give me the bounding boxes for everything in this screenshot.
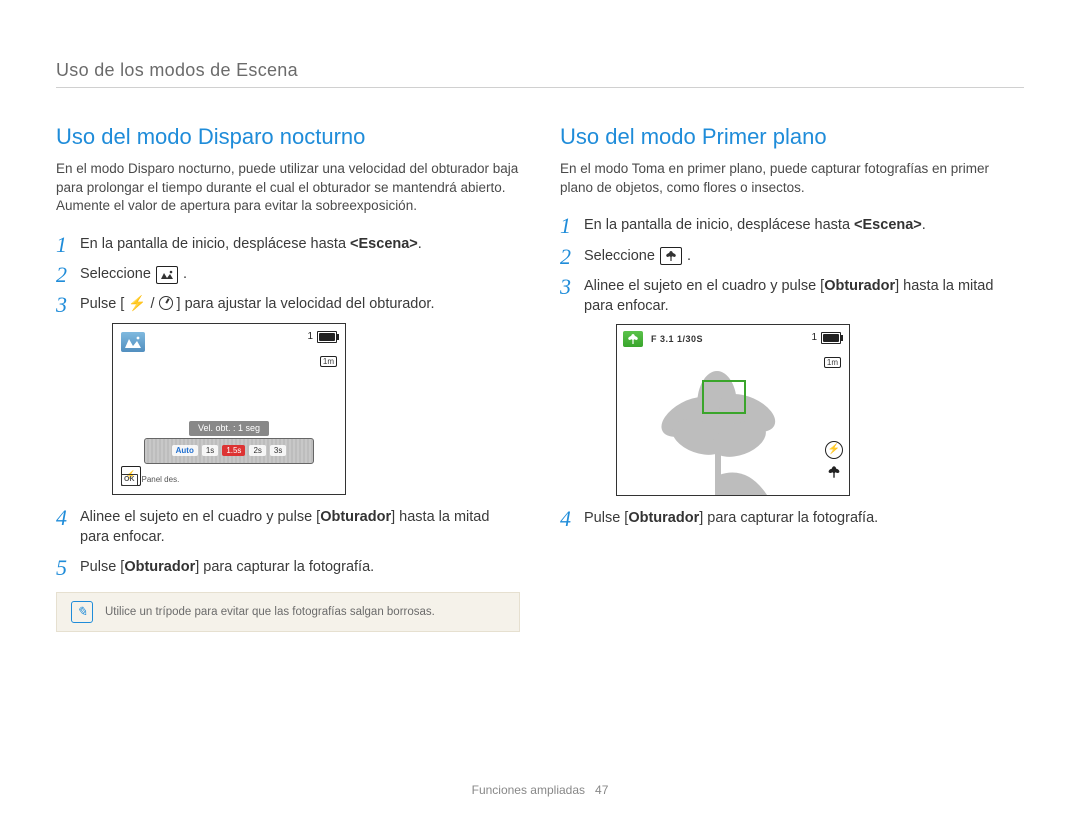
step-2: Seleccione . [560, 246, 1024, 266]
step-2: Seleccione . [56, 264, 520, 284]
focus-frame [702, 380, 746, 414]
status-row: 1 [307, 330, 337, 344]
two-column-layout: Uso del modo Disparo nocturno En el modo… [56, 124, 1024, 632]
closeup-mode-icon [660, 247, 682, 265]
camera-screen-night: 1 1m ⚡ Vel. obt. : 1 seg Auto 1s [112, 323, 346, 495]
timer-glyph-icon [159, 296, 173, 310]
step-4: Pulse [Obturador] para capturar la fotog… [560, 508, 1024, 528]
dial-auto: Auto [172, 445, 198, 456]
intro-night: En el modo Disparo nocturno, puede utili… [56, 160, 520, 216]
size-badge-row: 1m [320, 350, 337, 370]
panel-des-hint: OK Panel des. [121, 474, 179, 486]
dial-1s: 1s [202, 445, 218, 456]
step-1-text: En la pantalla de inicio, desplácese has… [584, 217, 926, 233]
step-2-text: Seleccione . [80, 266, 187, 282]
shutter-panel: Vel. obt. : 1 seg Auto 1s 1.5s 2s 3s [144, 421, 314, 464]
step-5-text: Pulse [Obturador] para capturar la fotog… [80, 559, 374, 575]
step-1: En la pantalla de inicio, desplácese has… [560, 215, 1024, 235]
step-4-text: Alinee el sujeto en el cuadro y pulse [O… [80, 509, 489, 545]
manual-page: Uso de los modos de Escena Uso del modo … [0, 0, 1080, 815]
size-1m-badge: 1m [824, 357, 841, 368]
section-title-night: Uso del modo Disparo nocturno [56, 124, 520, 150]
ok-button-hint: OK [121, 474, 138, 486]
shutter-speed-label: Vel. obt. : 1 seg [189, 421, 269, 436]
section-title-closeup: Uso del modo Primer plano [560, 124, 1024, 150]
footer-section: Funciones ampliadas [472, 783, 585, 797]
shutter-dial: Auto 1s 1.5s 2s 3s [144, 438, 314, 464]
night-mode-icon [156, 266, 178, 284]
tip-text: Utilice un trípode para evitar que las f… [105, 606, 435, 618]
exposure-readout: F 3.1 1/30S [651, 333, 703, 346]
step-3: Pulse [ ⚡ / ] para ajustar la velocidad … [56, 294, 520, 494]
step-1: En la pantalla de inicio, desplácese has… [56, 234, 520, 254]
macro-icon [826, 465, 842, 485]
step-4: Alinee el sujeto en el cuadro y pulse [O… [56, 507, 520, 548]
size-badge-row: 1m [824, 351, 841, 371]
footer-page-number: 47 [595, 783, 608, 797]
step-3-text: Pulse [ ⚡ / ] para ajustar la velocidad … [80, 296, 435, 312]
page-footer: Funciones ampliadas 47 [0, 783, 1080, 797]
mode-badge-closeup-icon [623, 331, 643, 347]
right-column: Uso del modo Primer plano En el modo Tom… [560, 124, 1024, 632]
camera-screen-closeup: F 3.1 1/30S 1 1m [616, 324, 850, 496]
left-column: Uso del modo Disparo nocturno En el modo… [56, 124, 520, 632]
right-side-icons: ⚡ [825, 441, 843, 485]
dial-2s: 2s [249, 445, 265, 456]
mode-badge-night-icon [121, 332, 145, 352]
steps-closeup: En la pantalla de inicio, desplácese has… [560, 215, 1024, 528]
step-1-text: En la pantalla de inicio, desplácese has… [80, 236, 422, 252]
tip-box: ✎ Utilice un trípode para evitar que las… [56, 592, 520, 632]
step-3-text: Alinee el sujeto en el cuadro y pulse [O… [584, 278, 993, 314]
battery-icon [317, 331, 337, 343]
step-3: Alinee el sujeto en el cuadro y pulse [O… [560, 276, 1024, 497]
dial-1-5s: 1.5s [222, 445, 245, 456]
intro-closeup: En el modo Toma en primer plano, puede c… [560, 160, 1024, 197]
flash-setting-icon: ⚡ [825, 441, 843, 459]
note-icon: ✎ [71, 601, 93, 623]
battery-icon [821, 332, 841, 344]
size-1m-badge: 1m [320, 356, 337, 367]
step-5: Pulse [Obturador] para capturar la fotog… [56, 557, 520, 577]
step-4-text: Pulse [Obturador] para capturar la fotog… [584, 510, 878, 526]
breadcrumb: Uso de los modos de Escena [56, 60, 1024, 88]
status-row: 1 [811, 331, 841, 345]
shots-remaining: 1 [307, 330, 313, 344]
shots-remaining: 1 [811, 331, 817, 345]
step-2-text: Seleccione . [584, 248, 691, 264]
flash-glyph-icon: ⚡ [128, 296, 146, 312]
steps-night: En la pantalla de inicio, desplácese has… [56, 234, 520, 578]
dial-3s: 3s [270, 445, 286, 456]
